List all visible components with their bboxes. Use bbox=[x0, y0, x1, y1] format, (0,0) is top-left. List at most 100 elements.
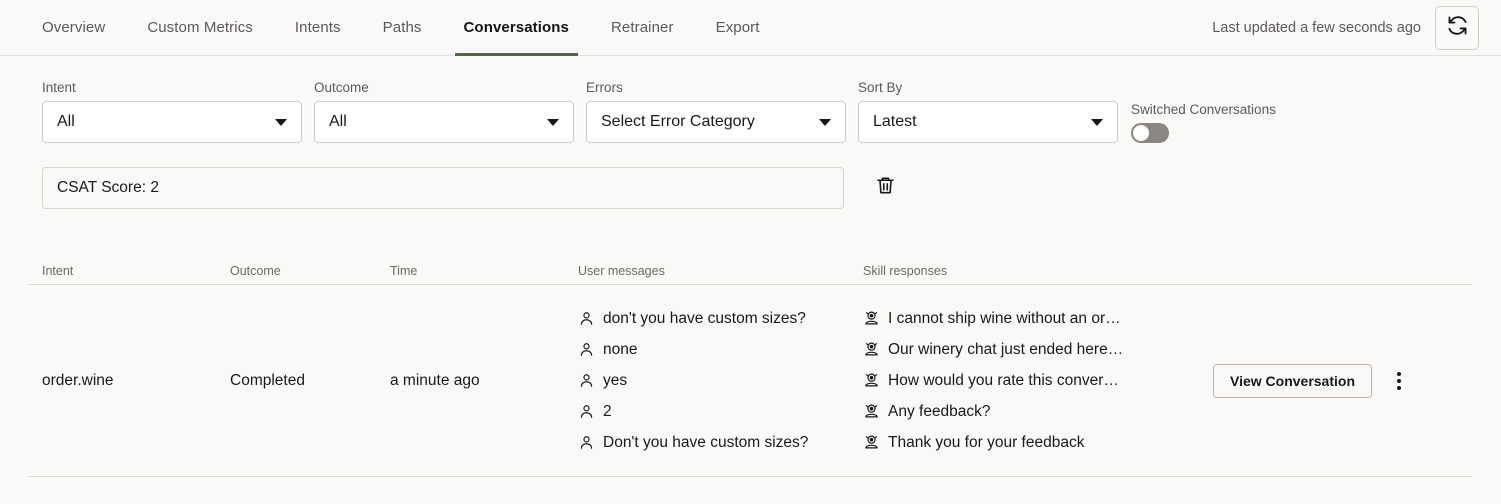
conversations-table: Intent Outcome Time User messages Skill … bbox=[0, 255, 1501, 477]
robot-icon bbox=[863, 434, 880, 451]
intent-select[interactable]: All bbox=[42, 101, 302, 143]
user-message-text: don't you have custom sizes? bbox=[603, 310, 806, 328]
user-message: don't you have custom sizes? bbox=[578, 310, 863, 328]
tab-custom-metrics[interactable]: Custom Metrics bbox=[126, 0, 274, 56]
robot-icon bbox=[863, 310, 880, 327]
person-icon bbox=[578, 341, 595, 358]
trash-icon bbox=[875, 175, 896, 201]
outcome-select[interactable]: All bbox=[314, 101, 574, 143]
tab-intents[interactable]: Intents bbox=[274, 0, 362, 56]
chevron-down-icon bbox=[275, 119, 287, 126]
user-message-list: don't you have custom sizes? none yes 2 … bbox=[578, 310, 863, 452]
cell-time: a minute ago bbox=[390, 372, 578, 390]
person-icon bbox=[578, 372, 595, 389]
user-message: yes bbox=[578, 372, 863, 390]
column-header-intent: Intent bbox=[42, 264, 230, 278]
tab-label: Intents bbox=[295, 19, 341, 36]
person-icon bbox=[578, 310, 595, 327]
view-conversation-label: View Conversation bbox=[1230, 373, 1355, 389]
chevron-down-icon bbox=[547, 119, 559, 126]
tab-overview[interactable]: Overview bbox=[42, 0, 126, 56]
person-icon bbox=[578, 403, 595, 420]
user-message-text: 2 bbox=[603, 403, 612, 421]
user-message-text: yes bbox=[603, 372, 627, 390]
row-menu-button[interactable] bbox=[1384, 366, 1414, 396]
main-tab-bar: Overview Custom Metrics Intents Paths Co… bbox=[0, 0, 1501, 56]
tab-label: Custom Metrics bbox=[147, 19, 253, 36]
switched-conversations-toggle[interactable] bbox=[1131, 123, 1169, 143]
tab-list: Overview Custom Metrics Intents Paths Co… bbox=[42, 0, 781, 56]
column-header-user-messages: User messages bbox=[578, 264, 863, 278]
person-icon bbox=[578, 434, 595, 451]
sort-by-select[interactable]: Latest bbox=[858, 101, 1118, 143]
last-updated-text: Last updated a few seconds ago bbox=[1212, 20, 1421, 36]
errors-select[interactable]: Select Error Category bbox=[586, 101, 846, 143]
tab-retrainer[interactable]: Retrainer bbox=[590, 0, 695, 56]
column-header-time: Time bbox=[390, 264, 578, 278]
filter-intent: Intent All bbox=[42, 80, 302, 143]
header-actions: Last updated a few seconds ago bbox=[1212, 0, 1479, 56]
refresh-icon bbox=[1446, 14, 1469, 42]
refresh-button[interactable] bbox=[1435, 6, 1479, 50]
chevron-down-icon bbox=[819, 119, 831, 126]
filter-bar: Intent All Outcome All Errors Select Err… bbox=[0, 80, 1501, 143]
skill-response-text: Our winery chat just ended here… bbox=[888, 341, 1123, 359]
cell-user-messages: don't you have custom sizes? none yes 2 … bbox=[578, 310, 863, 452]
column-header-skill-responses: Skill responses bbox=[863, 264, 1213, 278]
skill-response-list: I cannot ship wine without an or… Our wi… bbox=[863, 310, 1213, 452]
skill-response: How would you rate this conver… bbox=[863, 372, 1213, 390]
applied-filters-row: CSAT Score: 2 bbox=[0, 167, 1501, 209]
user-message: none bbox=[578, 341, 863, 359]
skill-response-text: How would you rate this conver… bbox=[888, 372, 1119, 390]
more-vertical-icon bbox=[1397, 372, 1401, 390]
tab-label: Conversations bbox=[464, 19, 570, 36]
skill-response-text: Any feedback? bbox=[888, 403, 991, 421]
filter-intent-label: Intent bbox=[42, 80, 302, 95]
skill-response: Thank you for your feedback bbox=[863, 434, 1213, 452]
robot-icon bbox=[863, 341, 880, 358]
table-header-row: Intent Outcome Time User messages Skill … bbox=[29, 255, 1472, 285]
sort-by-select-value: Latest bbox=[873, 113, 1083, 131]
tab-label: Retrainer bbox=[611, 19, 674, 36]
user-message: Don't you have custom sizes? bbox=[578, 434, 863, 452]
filter-sort-by-label: Sort By bbox=[858, 80, 1118, 95]
skill-response: I cannot ship wine without an or… bbox=[863, 310, 1213, 328]
csat-filter-text: CSAT Score: 2 bbox=[57, 179, 159, 197]
errors-select-value: Select Error Category bbox=[601, 113, 811, 131]
view-conversation-button[interactable]: View Conversation bbox=[1213, 364, 1372, 398]
column-header-outcome: Outcome bbox=[230, 264, 390, 278]
tab-export[interactable]: Export bbox=[695, 0, 781, 56]
user-message: 2 bbox=[578, 403, 863, 421]
user-message-text: none bbox=[603, 341, 637, 359]
tab-label: Overview bbox=[42, 19, 105, 36]
outcome-select-value: All bbox=[329, 113, 539, 131]
switched-conversations-label: Switched Conversations bbox=[1131, 102, 1276, 117]
cell-skill-responses: I cannot ship wine without an or… Our wi… bbox=[863, 310, 1213, 452]
intent-select-value: All bbox=[57, 113, 267, 131]
user-message-text: Don't you have custom sizes? bbox=[603, 434, 808, 452]
skill-response-text: I cannot ship wine without an or… bbox=[888, 310, 1121, 328]
delete-filter-button[interactable] bbox=[870, 173, 900, 203]
skill-response-text: Thank you for your feedback bbox=[888, 434, 1084, 452]
filter-switched-conversations: Switched Conversations bbox=[1131, 102, 1276, 143]
csat-filter-chip[interactable]: CSAT Score: 2 bbox=[42, 167, 844, 209]
tab-label: Paths bbox=[383, 19, 422, 36]
cell-outcome: Completed bbox=[230, 372, 390, 390]
skill-response: Any feedback? bbox=[863, 403, 1213, 421]
filter-outcome-label: Outcome bbox=[314, 80, 574, 95]
skill-response: Our winery chat just ended here… bbox=[863, 341, 1213, 359]
tab-paths[interactable]: Paths bbox=[362, 0, 443, 56]
filter-outcome: Outcome All bbox=[314, 80, 574, 143]
cell-row-actions: View Conversation bbox=[1213, 364, 1484, 398]
tab-label: Export bbox=[716, 19, 760, 36]
filter-errors: Errors Select Error Category bbox=[586, 80, 846, 143]
table-row[interactable]: order.wine Completed a minute ago don't … bbox=[29, 285, 1472, 477]
robot-icon bbox=[863, 372, 880, 389]
filter-sort-by: Sort By Latest bbox=[858, 80, 1118, 143]
toggle-knob bbox=[1133, 125, 1149, 141]
cell-intent: order.wine bbox=[42, 372, 230, 390]
chevron-down-icon bbox=[1091, 119, 1103, 126]
filter-errors-label: Errors bbox=[586, 80, 846, 95]
tab-conversations[interactable]: Conversations bbox=[443, 0, 591, 56]
robot-icon bbox=[863, 403, 880, 420]
